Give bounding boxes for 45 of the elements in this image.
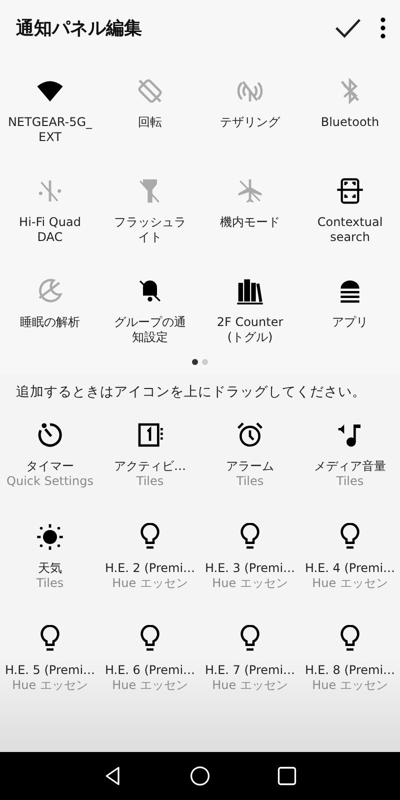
tile-label[interactable]: メディア音量 [314, 459, 386, 474]
tile-source-label: Hue エッセン [112, 576, 188, 591]
tile-label[interactable]: アクティビ… [114, 459, 186, 474]
alarm-clock-icon [236, 421, 264, 449]
tile-label[interactable]: フラッシュライト [112, 215, 188, 245]
tile-label[interactable]: 天気 [38, 561, 62, 576]
tile-label[interactable]: Hi-Fi Quad DAC [19, 215, 81, 245]
tile-source-label: Hue エッセン [312, 576, 388, 591]
tile-label[interactable]: テザリング [220, 115, 280, 130]
tile-label[interactable]: 2F Counter (トグル) [212, 315, 288, 345]
tile-label[interactable]: Contextual search [317, 215, 383, 245]
calendar-icon [136, 421, 164, 449]
recents-square-icon [276, 765, 298, 787]
tile-label[interactable]: 回転 [138, 115, 162, 130]
tile-label[interactable]: Bluetooth [320, 115, 380, 130]
more-vertical-icon [380, 16, 386, 38]
tile-source-label: Tiles [336, 474, 364, 489]
drag-hint-text: 追加するときはアイコンを上にドラッグしてください。 [16, 383, 367, 401]
tile-label[interactable]: H.E. 2 (Premi… [104, 561, 196, 576]
tile-source-label: Hue エッセン [112, 678, 188, 693]
tile-source-label: Hue エッセン [312, 678, 388, 693]
tile-label[interactable]: H.E. 4 (Premi… [304, 561, 396, 576]
tile-label[interactable]: H.E. 3 (Premi… [204, 561, 296, 576]
tile-source-label: Hue エッセン [212, 678, 288, 693]
tile-label[interactable]: グループの通知設定 [112, 315, 188, 345]
tile-source-label: Tiles [36, 576, 64, 591]
tile-label[interactable]: H.E. 7 (Premi… [204, 663, 296, 678]
tile-source-label: Hue エッセン [212, 576, 288, 591]
screen-title: 通知パネル編集 [16, 16, 143, 40]
tile-label[interactable]: アプリ [332, 315, 368, 330]
tile-label[interactable]: H.E. 6 (Premi… [104, 663, 196, 678]
timer-icon [36, 421, 64, 449]
tile-label[interactable]: タイマー [26, 459, 74, 474]
tile-label[interactable]: H.E. 8 (Premi… [304, 663, 396, 678]
tile-label[interactable]: NETGEAR-5G_ EXT [8, 115, 92, 145]
tile-label[interactable]: 睡眠の解析 [20, 315, 80, 330]
tile-label[interactable]: 機内モード [220, 215, 280, 230]
sun-icon [36, 523, 64, 551]
tile-source-label: Quick Settings [6, 474, 94, 489]
tile-source-label: Tiles [236, 474, 264, 489]
tile-source-label: Hue エッセン [12, 678, 88, 693]
home-circle-icon [188, 765, 211, 787]
tile-label[interactable]: H.E. 5 (Premi… [4, 663, 96, 678]
tile-label[interactable]: アラーム [226, 459, 274, 474]
tile-source-label: Tiles [136, 474, 164, 489]
